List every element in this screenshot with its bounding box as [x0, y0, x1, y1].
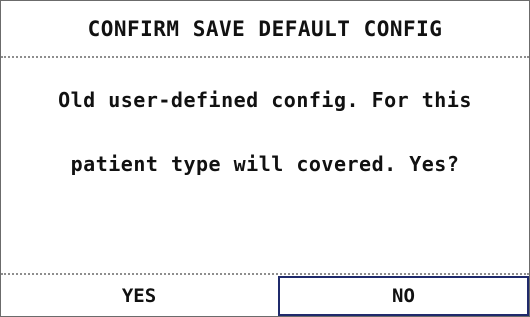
dialog-title: CONFIRM SAVE DEFAULT CONFIG — [87, 17, 443, 41]
no-button[interactable]: NO — [278, 276, 529, 316]
buttons-divider — [1, 273, 529, 275]
dialog-message-line-1: Old user-defined config. For this — [58, 88, 472, 112]
title-divider — [1, 56, 529, 58]
dialog-message-line-2: patient type will covered. Yes? — [70, 152, 460, 176]
confirm-dialog: CONFIRM SAVE DEFAULT CONFIG Old user-def… — [0, 0, 530, 317]
yes-button[interactable]: YES — [1, 276, 277, 316]
